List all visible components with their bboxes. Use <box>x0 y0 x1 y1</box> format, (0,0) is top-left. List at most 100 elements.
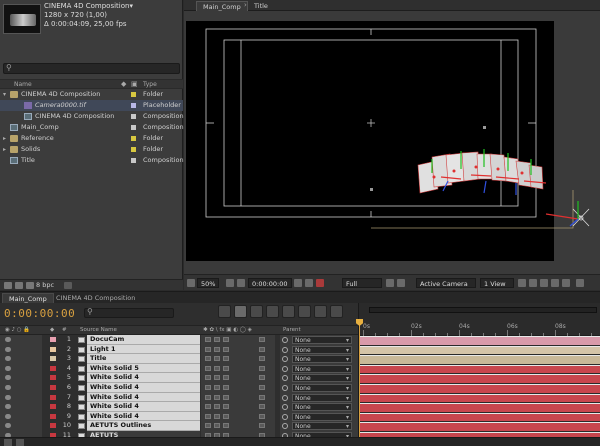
shy-switch-icon[interactable] <box>205 375 211 381</box>
parent-select[interactable]: None <box>292 403 352 412</box>
expand-transfer-controls-icon[interactable] <box>16 439 24 446</box>
layer-duration-bar[interactable] <box>359 412 600 422</box>
collapse-switch-icon[interactable] <box>214 346 220 352</box>
3d-layer-switch-icon[interactable] <box>259 346 265 352</box>
label-swatch[interactable] <box>50 365 56 371</box>
label-swatch[interactable] <box>50 423 56 429</box>
3d-layer-switch-icon[interactable] <box>259 423 265 429</box>
pick-whip-icon[interactable] <box>282 413 288 420</box>
twirl-icon[interactable]: ▸ <box>3 133 8 144</box>
exposure-icon[interactable] <box>576 279 584 287</box>
time-navigator[interactable] <box>369 307 597 313</box>
layer-row[interactable]: 4 White Solid 5 None <box>0 363 358 374</box>
parent-select[interactable]: None <box>292 336 352 345</box>
eye-icon[interactable] <box>5 337 11 342</box>
shy-switch-icon[interactable] <box>205 413 211 419</box>
layer-name[interactable]: White Solid 4 <box>87 373 200 383</box>
composition-mini-flowchart-icon[interactable] <box>218 305 231 318</box>
layer-duration-bar[interactable] <box>359 336 600 345</box>
parent-select[interactable]: None <box>292 364 352 374</box>
shy-switch-icon[interactable] <box>205 337 211 342</box>
shy-switch-icon[interactable] <box>205 394 211 400</box>
brainstorm-icon[interactable] <box>314 305 327 318</box>
new-composition-icon[interactable] <box>26 282 34 289</box>
pick-whip-icon[interactable] <box>282 423 288 430</box>
layer-duration-bar[interactable] <box>359 345 600 355</box>
layer-name[interactable]: DocuCam <box>87 335 200 345</box>
timeline-search-input[interactable]: ⚲ <box>84 307 174 318</box>
label-swatch[interactable] <box>50 356 56 362</box>
label-swatch[interactable] <box>131 125 136 130</box>
shy-layers-icon[interactable] <box>266 305 279 318</box>
pick-whip-icon[interactable] <box>282 365 288 372</box>
layer-name[interactable]: White Solid 4 <box>87 402 200 412</box>
layer-name[interactable]: Light 1 <box>87 344 200 355</box>
layer-duration-bar[interactable] <box>359 422 600 431</box>
eye-icon[interactable] <box>5 346 11 352</box>
collapse-switch-icon[interactable] <box>214 365 220 371</box>
collapse-switch-icon[interactable] <box>214 337 220 342</box>
label-swatch[interactable] <box>50 404 56 410</box>
collapse-switch-icon[interactable] <box>214 385 220 390</box>
layer-duration-bar[interactable] <box>359 355 600 364</box>
pick-whip-icon[interactable] <box>282 394 288 401</box>
parent-select[interactable]: None <box>292 412 352 422</box>
quality-switch-icon[interactable] <box>223 365 229 371</box>
pick-whip-icon[interactable] <box>282 356 288 363</box>
region-of-interest-icon[interactable] <box>386 279 394 287</box>
channel-icon[interactable] <box>316 279 324 287</box>
zoom-select[interactable]: 50% <box>197 278 220 288</box>
collapse-switch-icon[interactable] <box>214 356 220 362</box>
quality-switch-icon[interactable] <box>223 375 229 381</box>
layer-name[interactable]: AETUTS Outlines <box>87 421 200 431</box>
draft-3d-icon[interactable] <box>250 305 263 318</box>
shy-switch-icon[interactable] <box>205 385 211 390</box>
layer-name[interactable]: White Solid 4 <box>87 392 200 403</box>
quality-switch-icon[interactable] <box>223 394 229 400</box>
fast-previews-icon[interactable] <box>529 279 537 287</box>
parent-select[interactable]: None <box>292 422 352 431</box>
show-snapshot-icon[interactable] <box>305 279 313 287</box>
composition-canvas[interactable] <box>186 21 590 261</box>
3d-layer-switch-icon[interactable] <box>259 356 265 362</box>
label-swatch[interactable] <box>50 337 56 342</box>
eye-icon[interactable] <box>5 413 11 419</box>
collapse-switch-icon[interactable] <box>214 375 220 381</box>
source-name-header[interactable]: Source Name <box>80 326 117 335</box>
shy-switch-icon[interactable] <box>205 346 211 352</box>
layer-row[interactable]: 2 Light 1 None <box>0 344 358 355</box>
transparency-grid-icon[interactable] <box>397 279 405 287</box>
collapse-switch-icon[interactable] <box>214 413 220 419</box>
layer-row[interactable]: 3 Title None <box>0 354 358 364</box>
tab-main-comp-timeline[interactable]: Main_Comp <box>2 293 54 303</box>
3d-layer-switch-icon[interactable] <box>259 413 265 419</box>
label-swatch[interactable] <box>50 385 56 390</box>
3d-layer-switch-icon[interactable] <box>259 375 265 381</box>
layer-row[interactable]: 8 White Solid 4 None <box>0 402 358 412</box>
layer-duration-bar[interactable] <box>359 384 600 393</box>
layer-name[interactable]: Title <box>87 354 200 364</box>
eye-icon[interactable] <box>5 365 11 371</box>
pick-whip-icon[interactable] <box>282 337 288 343</box>
always-preview-icon[interactable] <box>187 279 195 287</box>
project-item[interactable]: Title Composition <box>0 155 184 166</box>
quality-switch-icon[interactable] <box>223 404 229 410</box>
camera-view-select[interactable]: Active Camera <box>416 278 476 288</box>
label-swatch[interactable] <box>50 346 56 352</box>
parent-header[interactable]: Parent <box>283 326 301 335</box>
collapse-switch-icon[interactable] <box>214 404 220 410</box>
timeline-graph-area[interactable]: 0s 02s 04s 06s 08s <box>356 303 600 446</box>
shy-switch-icon[interactable] <box>205 404 211 410</box>
pick-whip-icon[interactable] <box>282 346 288 353</box>
tab-cinema4d-composition[interactable]: CINEMA 4D Composition <box>50 293 141 303</box>
layer-duration-bar[interactable] <box>359 374 600 383</box>
tab-main-comp[interactable]: Main_Comp <box>196 1 248 11</box>
pick-whip-icon[interactable] <box>282 375 288 382</box>
project-search-input[interactable]: ⚲ <box>3 63 180 74</box>
project-item[interactable]: CINEMA 4D Composition Composition <box>0 111 184 122</box>
twirl-icon[interactable]: ▸ <box>3 144 8 155</box>
label-column-icon[interactable]: ▣ <box>131 80 138 88</box>
layer-duration-bar[interactable] <box>359 393 600 403</box>
time-ruler[interactable]: 0s 02s 04s 06s 08s <box>359 320 600 336</box>
eye-icon[interactable] <box>5 385 11 390</box>
